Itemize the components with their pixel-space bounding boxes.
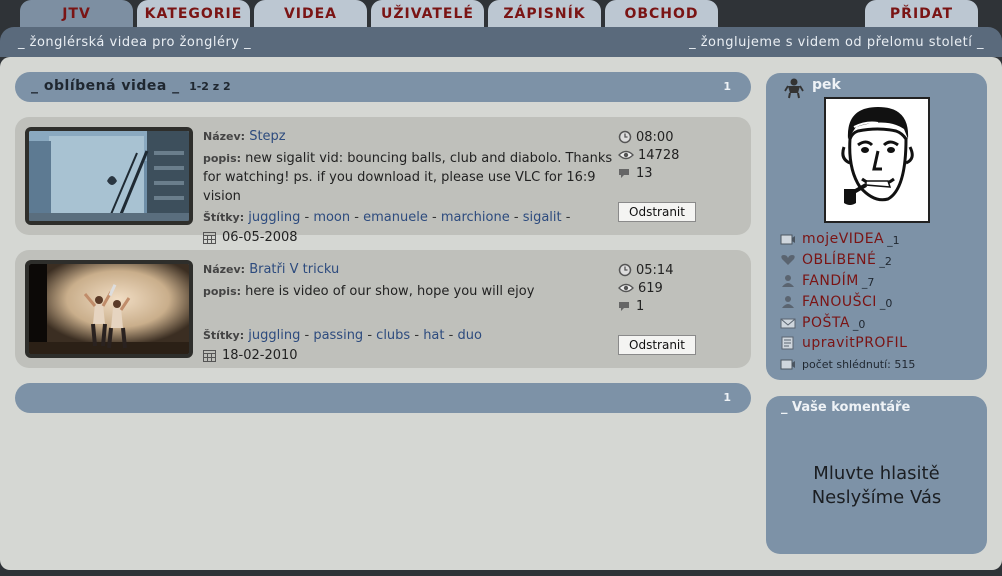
favorites-title: _ oblíbená videa _ 1-2 z 2	[31, 78, 231, 94]
video-views: 14728	[638, 147, 680, 163]
tab-videa[interactable]: VIDEA	[254, 0, 367, 28]
menu-count: _7	[861, 276, 875, 289]
header-strip: _ žonglérská videa pro žongléry _ _ žong…	[0, 27, 1002, 57]
comment-icon	[619, 168, 629, 178]
menu-count: _0	[879, 297, 893, 310]
profile-views-text: počet shlédnutí: 515	[802, 357, 916, 371]
title-label: Název:	[203, 263, 246, 276]
eye-icon	[618, 150, 634, 160]
tag-link[interactable]: moon	[313, 210, 350, 225]
tag-link[interactable]: hat	[423, 328, 444, 343]
tag-link[interactable]: duo	[457, 328, 481, 343]
fans-icon	[782, 295, 794, 308]
tab-zapisnik[interactable]: ZÁPISNÍK	[488, 0, 601, 28]
tag-link[interactable]: emanuele	[363, 210, 428, 225]
tag-link[interactable]: sigalit	[523, 210, 562, 225]
person-icon	[782, 274, 794, 287]
menu-upravit-profil[interactable]: upravitPROFIL	[780, 335, 907, 351]
comments-title: _ Vaše komentáře	[781, 400, 911, 415]
video-icon	[780, 234, 795, 244]
slogan-left: _ žonglérská videa pro žongléry _	[18, 35, 252, 50]
favorites-title-text: _ oblíbená videa _	[31, 78, 180, 94]
video-title-link[interactable]: Stepz	[249, 129, 285, 144]
avatar[interactable]	[824, 97, 930, 223]
favorites-header: _ oblíbená videa _ 1-2 z 2 1	[15, 72, 751, 102]
menu-label: upravitPROFIL	[802, 335, 908, 351]
slogan-right: _ žonglujeme s videm od přelomu století …	[689, 35, 984, 50]
tab-kategorie[interactable]: KATEGORIE	[137, 0, 250, 28]
menu-count: _2	[879, 255, 892, 268]
comments-line-2: Neslyšíme Vás	[811, 487, 942, 508]
video-card: Název: Bratři V tricku popis: here is vi…	[15, 250, 751, 368]
video-description: new sigalit vid: bouncing balls, club an…	[203, 151, 613, 204]
tab-pridat[interactable]: PŘIDAT	[865, 0, 978, 28]
video-thumbnail[interactable]	[25, 260, 193, 358]
remove-button[interactable]: Odstranit	[618, 202, 696, 222]
favorites-count: 1-2 z 2	[189, 80, 231, 93]
tags-label: Štítky:	[203, 329, 245, 342]
user-icon	[784, 78, 804, 99]
video-meta: Název: Stepz popis: new sigalit vid: bou…	[203, 129, 613, 245]
video-stats: 08:00 14728 13	[618, 128, 679, 182]
calendar-icon	[203, 231, 216, 244]
video-stats: 05:14 619 1	[618, 261, 673, 315]
tag-link[interactable]: juggling	[248, 328, 300, 343]
calendar-icon	[203, 349, 216, 362]
video-duration: 05:14	[636, 262, 674, 278]
remove-button[interactable]: Odstranit	[618, 335, 696, 355]
mail-icon	[780, 318, 796, 328]
video-title-link[interactable]: Bratři V tricku	[249, 262, 339, 277]
profile-views: počet shlédnutí: 515	[780, 357, 915, 371]
comments-message: Mluvte hlasitě Neslyšíme Vás	[766, 462, 987, 510]
tab-uzivatele[interactable]: UŽIVATELÉ	[371, 0, 484, 28]
menu-count: _0	[852, 318, 866, 331]
comments-line-1: Mluvte hlasitě	[813, 463, 940, 484]
menu-moje-videa[interactable]: mojeVIDEA _1	[780, 230, 900, 247]
edit-icon	[781, 336, 794, 350]
comment-icon	[619, 301, 629, 311]
menu-oblibene[interactable]: OBLÍBENÉ _2	[780, 251, 892, 268]
pagination-page[interactable]: 1	[723, 80, 731, 93]
menu-fandim[interactable]: FANDÍM _7	[780, 272, 874, 289]
tag-link[interactable]: marchione	[441, 210, 510, 225]
desc-label: popis:	[203, 285, 242, 298]
video-card: Název: Stepz popis: new sigalit vid: bou…	[15, 117, 751, 245]
tab-obchod[interactable]: OBCHOD	[605, 0, 718, 28]
pagination-bar: 1	[15, 383, 751, 413]
video-date: 18-02-2010	[222, 348, 298, 363]
tag-link[interactable]: clubs	[376, 328, 410, 343]
clock-icon	[618, 130, 632, 144]
tags-label: Štítky:	[203, 211, 245, 224]
video-duration: 08:00	[636, 129, 674, 145]
menu-label: POŠTA	[802, 314, 850, 331]
profile-panel: pek mojeVIDEA _1 OBLÍBENÉ _2 FANDÍM _7 F…	[766, 73, 987, 380]
eye-icon	[618, 283, 634, 293]
title-label: Název:	[203, 130, 246, 143]
clock-icon	[618, 263, 632, 277]
video-meta: Název: Bratři V tricku popis: here is vi…	[203, 262, 535, 363]
menu-label: OBLÍBENÉ	[802, 251, 877, 268]
tag-link[interactable]: juggling	[248, 210, 300, 225]
video-comments: 13	[636, 165, 653, 181]
menu-label: FANDÍM	[802, 272, 859, 289]
video-date: 06-05-2008	[222, 230, 298, 245]
video-comments: 1	[636, 298, 645, 314]
menu-label: mojeVIDEA	[802, 230, 885, 247]
tag-link[interactable]: passing	[313, 328, 363, 343]
tag-trailing-sep: -	[565, 210, 571, 225]
menu-label: FANOUŠCI	[802, 293, 877, 310]
pagination-page[interactable]: 1	[723, 391, 731, 404]
profile-username[interactable]: pek	[812, 77, 841, 93]
tab-jtv[interactable]: JTV	[20, 0, 133, 28]
video-thumbnail[interactable]	[25, 127, 193, 225]
menu-fanousci[interactable]: FANOUŠCI _0	[780, 293, 892, 310]
desc-label: popis:	[203, 152, 242, 165]
menu-posta[interactable]: POŠTA _0	[780, 314, 865, 331]
menu-count: _1	[887, 234, 900, 247]
heart-icon	[781, 254, 795, 265]
video-icon	[780, 359, 795, 370]
comments-panel: _ Vaše komentáře Mluvte hlasitě Neslyším…	[766, 396, 987, 554]
video-views: 619	[638, 280, 663, 296]
video-description: here is video of our show, hope you will…	[245, 284, 535, 299]
